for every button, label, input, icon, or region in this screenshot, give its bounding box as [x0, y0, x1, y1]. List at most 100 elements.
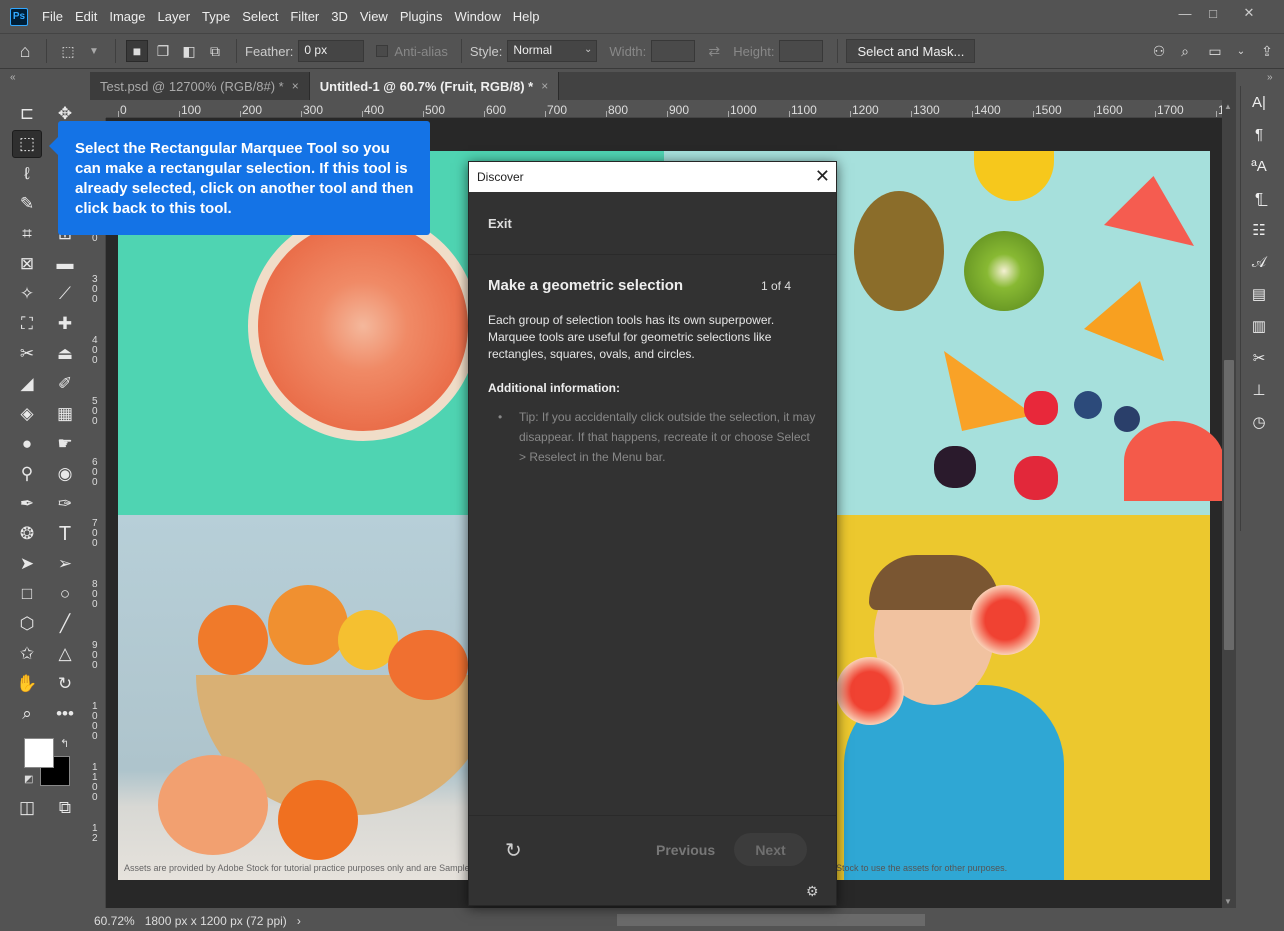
select-and-mask-button[interactable]: Select and Mask... — [846, 39, 976, 63]
menu-edit[interactable]: Edit — [69, 0, 103, 33]
character-styles-icon[interactable]: ªA — [1241, 150, 1277, 182]
close-tab-icon[interactable]: × — [541, 79, 548, 93]
collapse-toolbar-icon[interactable]: « — [10, 72, 16, 83]
menu-3d[interactable]: 3D — [325, 0, 354, 33]
sponge-tool-icon[interactable]: ◉ — [50, 460, 80, 488]
triangle-tool-icon[interactable]: △ — [50, 640, 80, 668]
menu-image[interactable]: Image — [103, 0, 151, 33]
close-tab-icon[interactable]: × — [292, 79, 299, 93]
paint-bucket-icon[interactable]: ◈ — [12, 400, 42, 428]
eraser-tool-icon[interactable]: ◢ — [12, 370, 42, 398]
search-icon[interactable]: ⌕ — [1174, 40, 1196, 62]
swap-colors-icon[interactable]: ↰ — [60, 737, 69, 750]
default-colors-icon[interactable]: ◩ — [24, 774, 33, 785]
intersect-selection-icon[interactable]: ⧉ — [204, 40, 226, 62]
swap-icon[interactable]: ⇄ — [703, 40, 725, 62]
add-selection-icon[interactable]: ❐ — [152, 40, 174, 62]
artboard-tool-icon[interactable]: ⊏ — [12, 100, 42, 128]
lasso-tool-icon[interactable]: ℓ — [12, 160, 42, 188]
menu-filter[interactable]: Filter — [284, 0, 325, 33]
measurement-log-icon[interactable]: ⊥ — [1241, 374, 1277, 406]
polygon-tool-icon[interactable]: ⬡ — [12, 610, 42, 638]
quick-mask-icon[interactable]: ◫ — [12, 794, 42, 822]
hand-tool-icon[interactable]: ✋ — [12, 670, 42, 698]
direct-selection-icon[interactable]: ➢ — [50, 550, 80, 578]
height-input[interactable] — [779, 40, 824, 62]
custom-shape-icon[interactable]: ✩ — [12, 640, 42, 668]
tab-untitled-1[interactable]: Untitled-1 @ 60.7% (Fruit, RGB/8) * × — [309, 72, 560, 100]
workspace-icon[interactable]: ▭ — [1204, 40, 1226, 62]
tab-test-psd[interactable]: Test.psd @ 12700% (RGB/8#) * × — [90, 72, 310, 100]
rectangular-marquee-tool-icon[interactable]: ⬚ — [12, 130, 42, 158]
width-input[interactable] — [651, 40, 696, 62]
new-selection-icon[interactable]: ■ — [126, 40, 148, 62]
libraries-panel-icon[interactable]: ▤ — [1241, 278, 1277, 310]
menu-file[interactable]: File — [36, 0, 69, 33]
screen-mode-icon[interactable]: ⧉ — [50, 794, 80, 822]
quick-selection-tool-icon[interactable]: ✎ — [12, 190, 42, 218]
ruler-tool-icon[interactable]: ▬ — [50, 250, 80, 278]
menu-layer[interactable]: Layer — [152, 0, 197, 33]
close-window-button[interactable]: ✕ — [1232, 0, 1266, 26]
notes-panel-icon[interactable]: ▥ — [1241, 310, 1277, 342]
menu-help[interactable]: Help — [507, 0, 546, 33]
previous-button[interactable]: Previous — [656, 842, 715, 858]
vertical-scrollbar[interactable]: ▲ ▼ — [1222, 100, 1236, 908]
menu-type[interactable]: Type — [196, 0, 236, 33]
glyphs-panel-icon[interactable]: 𝒜 — [1241, 246, 1277, 278]
menu-window[interactable]: Window — [448, 0, 506, 33]
blur-tool-icon[interactable]: ● — [12, 430, 42, 458]
path-selection-icon[interactable]: ➤ — [12, 550, 42, 578]
content-aware-icon[interactable]: ⛶ — [12, 310, 42, 338]
subtract-selection-icon[interactable]: ◧ — [178, 40, 200, 62]
crop-tool-icon[interactable]: ⌗ — [12, 220, 42, 248]
marquee-preset-icon[interactable]: ⬚ — [57, 40, 79, 62]
ellipse-tool-icon[interactable]: ○ — [50, 580, 80, 608]
chevron-down-icon[interactable]: ▼ — [83, 40, 105, 62]
rectangle-tool-icon[interactable]: □ — [12, 580, 42, 608]
freeform-pen-icon[interactable]: ✑ — [50, 490, 80, 518]
next-button[interactable]: Next — [734, 833, 807, 866]
line-tool-icon[interactable]: ╱ — [50, 610, 80, 638]
home-icon[interactable]: ⌂ — [14, 40, 36, 62]
style-select[interactable]: Normal ⌄ — [507, 40, 598, 62]
exit-button[interactable]: Exit — [469, 192, 836, 255]
zoom-tool-icon[interactable]: ⌕ — [12, 700, 42, 728]
clone-stamp-icon[interactable]: ⏏ — [50, 340, 80, 368]
gradient-tool-icon[interactable]: ▦ — [50, 400, 80, 428]
scroll-down-icon[interactable]: ▼ — [1224, 897, 1232, 906]
scroll-up-icon[interactable]: ▲ — [1224, 102, 1232, 111]
remove-tool-icon[interactable]: ✂ — [12, 340, 42, 368]
pen-tool-icon[interactable]: ✒ — [12, 490, 42, 518]
tool-presets-icon[interactable]: ✂ — [1241, 342, 1277, 374]
eyedropper-tool-icon[interactable]: ⟋ — [50, 280, 80, 308]
scrollbar-thumb[interactable] — [1224, 360, 1234, 650]
close-icon[interactable]: ✕ — [815, 166, 830, 186]
type-tool-icon[interactable]: T — [50, 520, 80, 548]
chevron-down-icon[interactable]: ⌄ — [1230, 40, 1252, 62]
magic-wand-icon[interactable]: ✧ — [12, 280, 42, 308]
restore-button[interactable]: □ — [1196, 0, 1230, 26]
antialias-checkbox[interactable] — [376, 45, 389, 57]
zoom-level[interactable]: 60.72% — [94, 914, 135, 928]
collapse-panels-icon[interactable]: » — [1267, 72, 1273, 83]
menu-plugins[interactable]: Plugins — [394, 0, 449, 33]
dodge-tool-icon[interactable]: ⚲ — [12, 460, 42, 488]
healing-brush-icon[interactable]: ✚ — [50, 310, 80, 338]
more-tools-icon[interactable]: ••• — [50, 700, 80, 728]
share-upload-icon[interactable]: ⇪ — [1256, 40, 1278, 62]
curvature-pen-icon[interactable]: ❂ — [12, 520, 42, 548]
menu-select[interactable]: Select — [236, 0, 284, 33]
feather-input[interactable]: 0 px — [298, 40, 365, 62]
paragraph-panel-icon[interactable]: ¶ — [1241, 118, 1277, 150]
frame-tool-icon[interactable]: ⊠ — [12, 250, 42, 278]
status-arrow-icon[interactable]: › — [297, 914, 301, 928]
share-icon[interactable]: ⚇ — [1148, 40, 1170, 62]
rotate-view-icon[interactable]: ↻ — [50, 670, 80, 698]
refresh-icon[interactable]: ↻ — [505, 838, 522, 863]
gear-icon[interactable]: ⚙ — [806, 883, 819, 900]
paragraph-styles-icon[interactable]: ¶̲ — [1241, 182, 1277, 214]
smudge-tool-icon[interactable]: ☛ — [50, 430, 80, 458]
foreground-color-swatch[interactable] — [24, 738, 54, 768]
photoshop-logo[interactable]: Ps — [10, 7, 28, 26]
